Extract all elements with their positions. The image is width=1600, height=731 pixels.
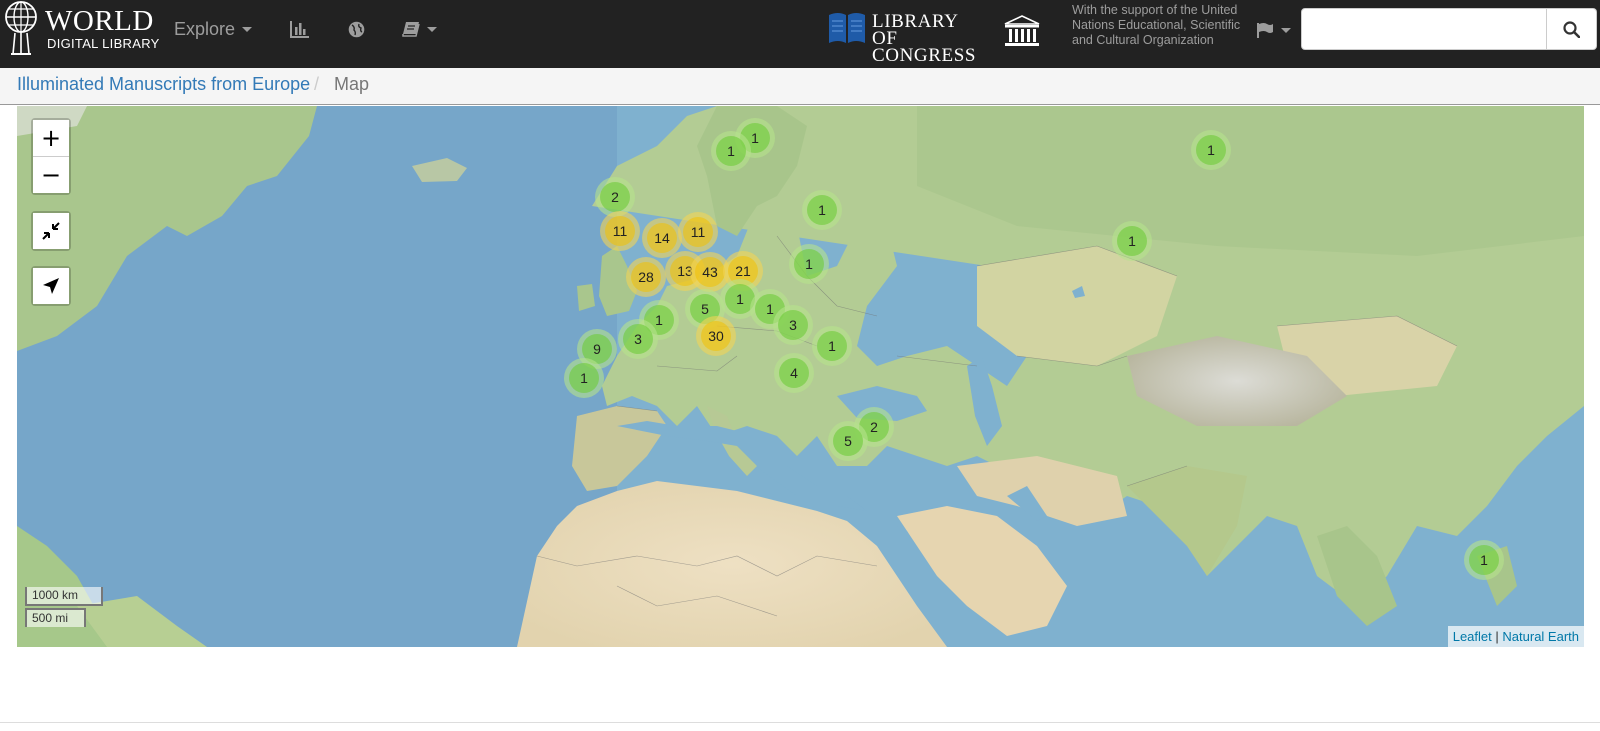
- zoom-out-button[interactable]: −: [33, 156, 69, 193]
- globe-logo-icon: [5, 1, 37, 55]
- cluster-count: 43: [695, 257, 725, 287]
- marker-cluster[interactable]: 30: [696, 316, 736, 356]
- locate-control: [31, 266, 71, 306]
- cluster-count: 1: [794, 249, 824, 279]
- marker-cluster[interactable]: 3: [773, 305, 813, 345]
- explore-menu[interactable]: Explore: [174, 0, 253, 58]
- chevron-down-icon: [427, 26, 437, 32]
- scale-mi: 500 mi: [25, 608, 86, 627]
- footer-divider: [0, 722, 1600, 723]
- zoom-control: + −: [31, 118, 71, 195]
- location-arrow-icon: [43, 278, 59, 294]
- cluster-count: 1: [1469, 545, 1499, 575]
- cluster-count: 2: [600, 182, 630, 212]
- marker-cluster[interactable]: 3: [618, 319, 658, 359]
- attribution-separator: |: [1495, 629, 1499, 644]
- fullscreen-control: [31, 211, 71, 251]
- marker-cluster[interactable]: 1: [1464, 540, 1504, 580]
- search-icon: [1563, 20, 1580, 38]
- chevron-down-icon: [242, 26, 253, 32]
- zoom-in-button[interactable]: +: [33, 120, 69, 156]
- marker-cluster[interactable]: 28: [626, 257, 666, 297]
- library-of-congress-book-icon: [829, 13, 865, 43]
- top-navbar: WORLD DIGITAL LIBRARY Explore LIBRARY OF…: [0, 0, 1600, 68]
- language-menu[interactable]: [1256, 18, 1291, 42]
- cluster-count: 28: [631, 262, 661, 292]
- world-digital-library-logo[interactable]: WORLD DIGITAL LIBRARY: [2, 0, 162, 58]
- marker-cluster[interactable]: 1: [802, 190, 842, 230]
- cluster-count: 11: [605, 216, 635, 246]
- collapse-arrows-icon: [42, 222, 60, 240]
- cluster-count: 30: [701, 321, 731, 351]
- cluster-count: 1: [807, 195, 837, 225]
- cluster-count: 14: [647, 223, 677, 253]
- natural-earth-link[interactable]: Natural Earth: [1502, 629, 1579, 644]
- loc-line2: CONGRESS: [872, 45, 977, 66]
- flag-icon: [1257, 23, 1273, 38]
- marker-cluster[interactable]: 4: [774, 353, 814, 393]
- chevron-down-icon: [1281, 27, 1291, 33]
- cluster-count: 5: [833, 426, 863, 456]
- marker-cluster[interactable]: 11: [600, 211, 640, 251]
- loc-line1: LIBRARY OF: [872, 11, 958, 49]
- logo-title: WORLD: [45, 5, 154, 37]
- explore-menu-label: Explore: [174, 18, 236, 39]
- map-attribution: Leaflet | Natural Earth: [1447, 626, 1584, 647]
- scale-km: 1000 km: [25, 587, 103, 606]
- statistics-link[interactable]: [290, 0, 310, 58]
- map-link[interactable]: [348, 0, 365, 58]
- unesco-temple-icon: [1004, 15, 1040, 46]
- map-view[interactable]: + − 1 1 1 2 1 1 11 14 11 28 13 43 21 1 5…: [17, 106, 1584, 647]
- cluster-count: 1: [1117, 226, 1147, 256]
- bar-chart-icon: [290, 21, 309, 38]
- marker-cluster[interactable]: 5: [828, 421, 868, 461]
- marker-cluster[interactable]: 1: [711, 131, 751, 171]
- search-button[interactable]: [1547, 8, 1597, 50]
- marker-cluster[interactable]: 11: [678, 212, 718, 252]
- marker-cluster[interactable]: 1: [789, 244, 829, 284]
- exit-fullscreen-button[interactable]: [33, 213, 69, 249]
- cluster-count: 3: [778, 310, 808, 340]
- unesco-support-text: With the support of the United Nations E…: [1072, 3, 1241, 47]
- marker-cluster[interactable]: 1: [564, 358, 604, 398]
- marker-cluster[interactable]: 1: [1112, 221, 1152, 261]
- cluster-count: 1: [1196, 135, 1226, 165]
- cluster-count: 3: [623, 324, 653, 354]
- leaflet-link[interactable]: Leaflet: [1453, 629, 1492, 644]
- locate-button[interactable]: [33, 268, 69, 304]
- library-of-congress-logo[interactable]: LIBRARY OF CONGRESS: [827, 11, 977, 65]
- marker-cluster[interactable]: 1: [812, 326, 852, 366]
- cluster-count: 4: [779, 358, 809, 388]
- cluster-count: 1: [716, 136, 746, 166]
- cluster-count: 11: [683, 217, 713, 247]
- globe-icon: [348, 21, 365, 37]
- cluster-count: 1: [569, 363, 599, 393]
- library-of-congress-text: LIBRARY OF CONGRESS: [872, 11, 977, 66]
- breadcrumb-current: Map: [334, 74, 370, 94]
- logo-subtitle: DIGITAL LIBRARY: [47, 36, 160, 51]
- cluster-count: 1: [817, 331, 847, 361]
- search-input[interactable]: [1301, 8, 1547, 50]
- unesco-logo[interactable]: [1003, 14, 1041, 48]
- breadcrumb-separator: /: [314, 74, 320, 94]
- breadcrumb-collection-link[interactable]: Illuminated Manuscripts from Europe: [17, 74, 310, 95]
- breadcrumb: Illuminated Manuscripts from Europe / Ma…: [0, 68, 1600, 105]
- books-menu[interactable]: [402, 0, 437, 58]
- book-icon: [402, 22, 420, 37]
- marker-cluster[interactable]: 1: [1191, 130, 1231, 170]
